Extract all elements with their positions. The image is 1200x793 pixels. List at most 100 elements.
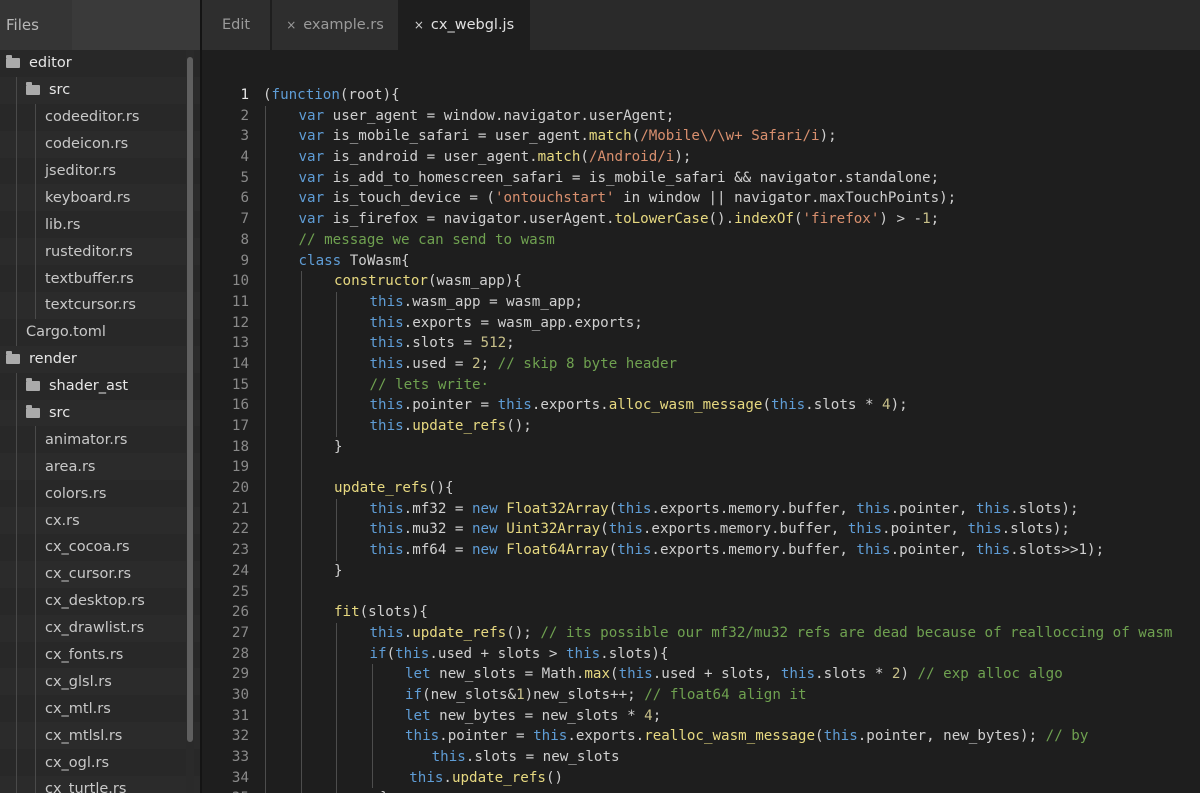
line-number: 35 [202,788,249,793]
code-line[interactable]: 26 fit(slots){ [202,602,1200,623]
tree-file[interactable]: cx_cocoa.rs [0,534,200,561]
tree-file[interactable]: cx_drawlist.rs [0,614,200,642]
code-line[interactable]: 23 this.mf64 = new Float64Array(this.expo… [202,540,1200,561]
tree-file[interactable]: lib.rs [0,211,200,239]
code-line[interactable]: 6 var is_touch_device = ('ontouchstart' i… [202,188,1200,210]
code-text: (function(root){ [263,85,400,106]
code-line[interactable]: 35} [202,788,1200,793]
tab-example-rs[interactable]: × example.rs [272,0,400,50]
tree-file[interactable]: rusteditor.rs [0,238,200,266]
code-line[interactable]: 11 this.wasm_app = wasm_app; [202,291,1200,313]
code-editor[interactable]: 1 (function(root){2 var user_agent = windo… [202,50,1200,793]
code-line[interactable]: 31 let new_bytes = new_slots * 4; [202,705,1200,727]
code-line[interactable]: 29 let new_slots = Math.max(this.used + s… [202,664,1200,685]
indent-guide [265,147,266,168]
tree-file[interactable]: textbuffer.rs [0,265,200,293]
code-line[interactable]: 4 var is_android = user_agent.match(/Andr… [202,147,1200,168]
line-number: 33 [231,749,249,765]
tree-file[interactable]: colors.rs [0,480,200,508]
indent-guide [300,353,302,375]
tree-file[interactable]: Cargo.toml [0,318,200,346]
tree-file[interactable]: cx_mtl.rs [0,695,200,723]
tree-folder[interactable]: editor [0,50,200,77]
code-line[interactable]: 3 var is_mobile_safari = user_agent.match… [202,126,1200,148]
sidebar-title[interactable]: Files [0,0,72,50]
code-token: .pointer, [890,542,976,559]
tree-file[interactable]: textcursor.rs [0,292,200,319]
code-line[interactable]: 9 class ToWasm{ [202,250,1200,272]
indent-guide [265,622,266,644]
code-line[interactable]: 1 (function(root){ [202,85,1200,106]
code-line[interactable]: 32 this.pointer = this.exports.realloc_wa… [202,726,1200,747]
code-line[interactable]: 17 this.update_refs(); [202,416,1200,437]
line-number: 18 [231,438,249,455]
tree-file[interactable]: cx_cursor.rs [0,560,200,588]
tree-indent-guide [16,480,17,508]
close-icon[interactable]: × [414,18,424,32]
code-line[interactable]: 28 if(this.used + slots > this.slots){ [202,643,1200,665]
tree-folder[interactable]: render [0,345,200,373]
tree-item-label: cx_drawlist.rs [45,620,145,637]
code-line[interactable]: 25 [202,581,1200,603]
tree-file[interactable]: cx_ogl.rs [0,749,200,777]
code-line[interactable]: 15 // lets write· [202,374,1200,396]
code-area[interactable]: 1 (function(root){2 var user_agent = windo… [202,85,1200,793]
tree-file[interactable]: cx_desktop.rs [0,587,200,615]
code-line[interactable]: 22 this.mu32 = new Uint32Array(this.expor… [202,519,1200,541]
tree-file[interactable]: keyboard.rs [0,184,200,212]
tree-item-label: jseditor.rs [45,163,117,179]
code-line[interactable]: 27 this.update_refs(); // its possible ou… [202,622,1200,644]
sidebar-scrollbar[interactable] [187,57,193,742]
code-line[interactable]: 13 this.slots = 512; [202,333,1200,354]
code-line[interactable]: 19 [202,457,1200,479]
tree-file[interactable]: area.rs [0,453,200,481]
code-line[interactable]: 14 this.used = 2; // skip 8 byte header [202,353,1200,375]
code-line[interactable]: 10 constructor(wasm_app){ [202,271,1200,292]
code-line[interactable]: 8 // message we can send to wasm [202,229,1200,251]
code-line[interactable]: 12 this.exports = wasm_app.exports; [202,312,1200,334]
tree-file[interactable]: codeicon.rs [0,130,200,158]
tree-indent-guide [16,292,17,319]
code-token: (wasm_app){ [427,273,522,290]
tree-file[interactable]: codeeditor.rs [0,103,200,131]
tree-indent-guide [16,587,17,615]
tree-folder[interactable]: src [0,76,200,104]
tree-file[interactable]: cx_glsl.rs [0,668,200,696]
tab-cx-webgl-js[interactable]: × cx_webgl.js [400,0,530,50]
code-line[interactable]: 18} [202,436,1200,458]
code-line[interactable]: 16 this.pointer = this.exports.alloc_wasm… [202,395,1200,416]
code-line[interactable]: 21 this.mf32 = new Float32Array(this.expo… [202,498,1200,520]
code-line[interactable]: 20 update_refs(){ [202,478,1200,499]
tab-edit[interactable]: Edit [202,0,272,50]
code-line[interactable]: 7 var is_firefox = navigator.userAgent.to… [202,209,1200,230]
tree-indent-guide [35,534,36,561]
code-line[interactable]: 33 this.slots = new_slots [202,747,1200,768]
tree-indent-guide [35,560,36,588]
tree-file[interactable]: jseditor.rs [0,157,200,185]
close-icon[interactable]: × [286,18,296,32]
code-token: (); [506,418,532,434]
tree-indent-guide [35,749,36,777]
tree-file[interactable]: cx_turtle.rs [0,776,200,793]
code-token: is_touch_device = ( [332,190,495,207]
tree-folder[interactable]: shader_ast [0,372,200,400]
code-token: this [856,500,891,517]
tree-indent-guide [35,507,36,535]
tree-folder[interactable]: src [0,399,200,427]
tree-item-label: colors.rs [45,485,107,502]
code-line[interactable]: 30 if(new_slots&1)new_slots++; // float64… [202,684,1200,706]
code-line[interactable]: 34 this.update_refs() [202,767,1200,789]
indent-guide [265,519,266,541]
indent-guide [265,478,266,499]
tree-file[interactable]: cx_mtlsl.rs [0,722,200,750]
tree-indent-guide [16,534,17,561]
code-line[interactable]: 5 var is_add_to_homescreen_safari = is_mo… [202,167,1200,189]
tree-file[interactable]: animator.rs [0,426,200,454]
code-token: ( [386,645,396,662]
code-line[interactable]: 24} [202,560,1200,582]
code-line[interactable]: 2 var user_agent = window.navigator.userA… [202,105,1200,127]
tree-file[interactable]: cx.rs [0,507,200,535]
tree-file[interactable]: cx_fonts.rs [0,641,200,669]
code-token: .slots){ [600,645,669,662]
indent-guide [336,643,337,665]
